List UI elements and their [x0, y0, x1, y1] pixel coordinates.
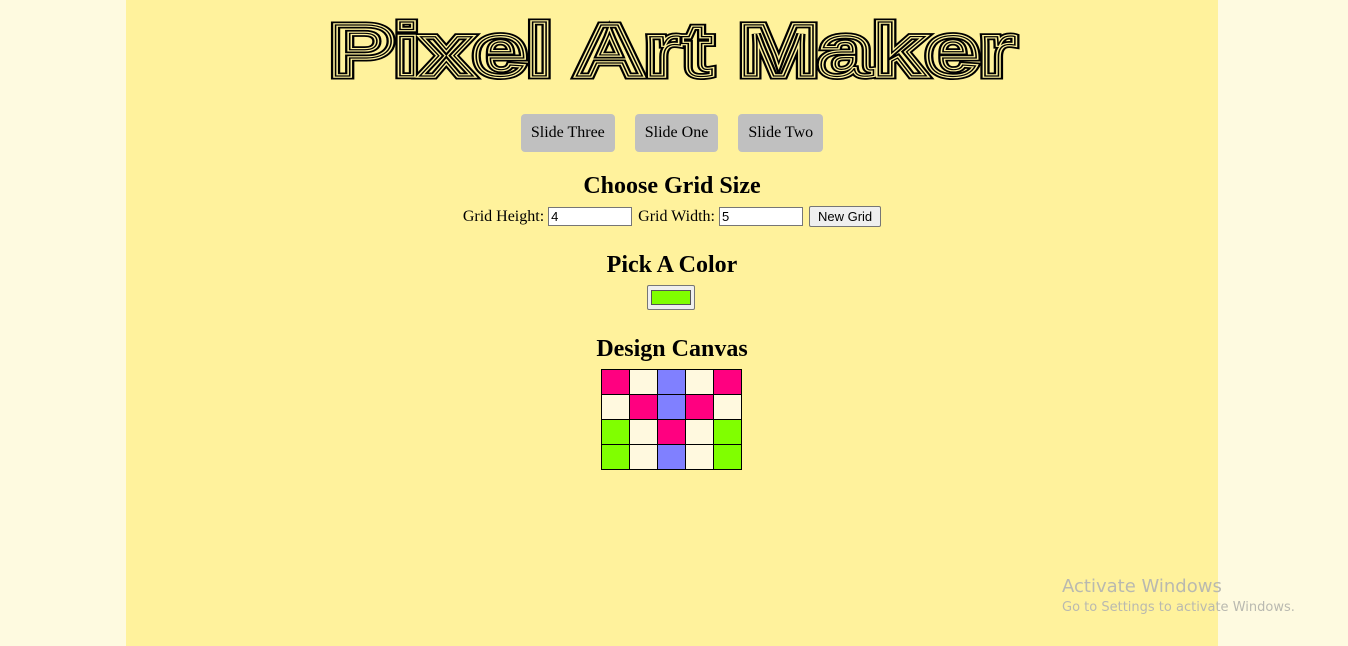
canvas-cell[interactable]: [657, 394, 686, 420]
slide-buttons: Slide Three Slide One Slide Two: [126, 114, 1218, 152]
canvas-cell[interactable]: [601, 444, 630, 470]
canvas-cell[interactable]: [657, 369, 686, 395]
canvas-cell[interactable]: [601, 369, 630, 395]
design-canvas-heading: Design Canvas: [596, 336, 748, 362]
grid-width-label: Grid Width:: [638, 207, 715, 225]
canvas-cell[interactable]: [713, 369, 742, 395]
canvas-cell[interactable]: [629, 394, 658, 420]
slide-three-button[interactable]: Slide Three: [520, 114, 615, 152]
canvas-cell[interactable]: [685, 394, 714, 420]
grid-size-form: Grid Height: Grid Width: New Grid: [126, 206, 1218, 227]
color-swatch: [651, 290, 691, 305]
canvas-cell[interactable]: [685, 444, 714, 470]
slide-one-button[interactable]: Slide One: [634, 114, 719, 152]
canvas-cell[interactable]: [713, 394, 742, 420]
canvas-row: [601, 369, 742, 395]
canvas-row: [601, 444, 742, 470]
app-logo: Pixel Art Maker Pixel Art Maker Pixel Ar…: [326, 6, 1020, 96]
canvas-row: [601, 394, 742, 420]
new-grid-button[interactable]: New Grid: [808, 206, 882, 227]
canvas-cell[interactable]: [601, 419, 630, 445]
grid-height-label: Grid Height:: [462, 207, 545, 225]
canvas-cell[interactable]: [629, 444, 658, 470]
watermark-subtitle: Go to Settings to activate Windows.: [1062, 600, 1295, 615]
pick-color-heading: Pick A Color: [606, 252, 738, 278]
watermark-title: Activate Windows: [1062, 576, 1222, 597]
canvas-cell[interactable]: [685, 419, 714, 445]
color-picker[interactable]: [647, 285, 695, 310]
pixel-canvas: [601, 369, 742, 470]
canvas-cell[interactable]: [601, 394, 630, 420]
canvas-cell[interactable]: [657, 444, 686, 470]
grid-height-input[interactable]: [548, 207, 633, 226]
activate-windows-watermark: Activate Windows Go to Settings to activ…: [1062, 576, 1295, 618]
canvas-cell[interactable]: [629, 419, 658, 445]
canvas-cell[interactable]: [713, 419, 742, 445]
canvas-cell[interactable]: [713, 444, 742, 470]
canvas-row: [601, 419, 742, 445]
canvas-cell[interactable]: [657, 419, 686, 445]
slide-two-button[interactable]: Slide Two: [738, 114, 824, 152]
logo-title-art: Pixel Art Maker Pixel Art Maker Pixel Ar…: [326, 6, 1020, 96]
app-title-core-line: Pixel Art Maker: [329, 9, 1015, 92]
canvas-cell[interactable]: [629, 369, 658, 395]
main-container: Pixel Art Maker Pixel Art Maker Pixel Ar…: [126, 0, 1218, 646]
canvas-cell[interactable]: [685, 369, 714, 395]
grid-width-input[interactable]: [718, 207, 803, 226]
grid-size-heading: Choose Grid Size: [583, 173, 761, 199]
